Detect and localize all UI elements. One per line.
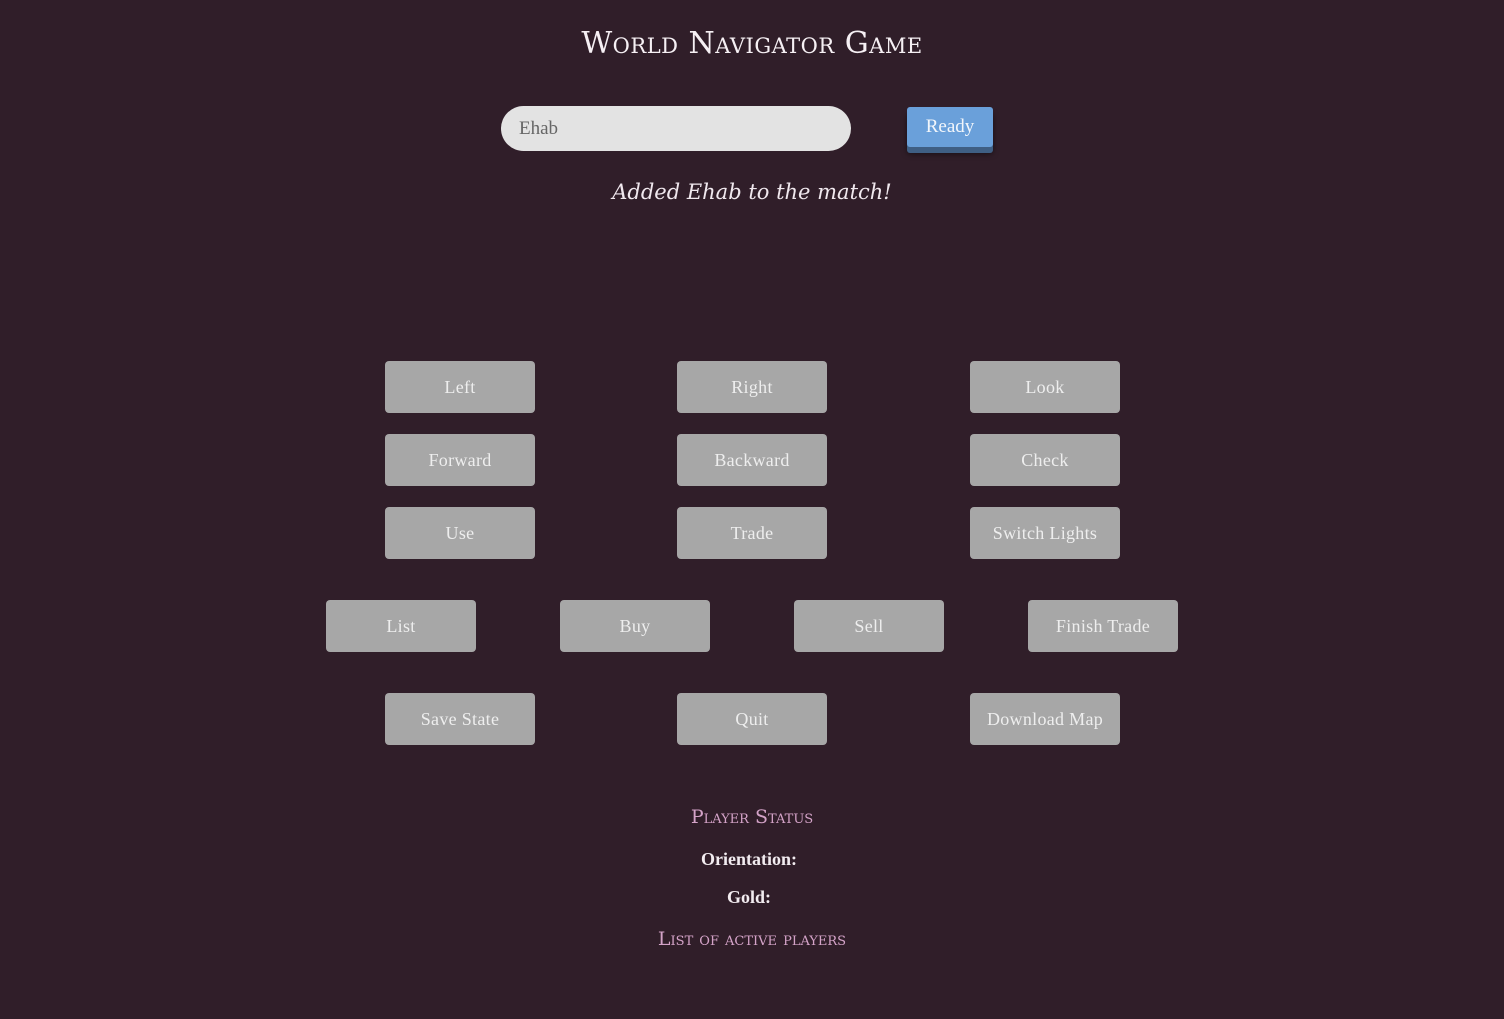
use-button[interactable]: Use bbox=[385, 507, 535, 559]
list-button[interactable]: List bbox=[326, 600, 476, 652]
finish-trade-button[interactable]: Finish Trade bbox=[1028, 600, 1178, 652]
active-players-heading: List of active players bbox=[657, 928, 847, 950]
quit-button[interactable]: Quit bbox=[677, 693, 827, 745]
save-state-button[interactable]: Save State bbox=[385, 693, 535, 745]
gold-label: Gold: bbox=[726, 887, 771, 907]
player-name-input[interactable] bbox=[501, 106, 851, 151]
left-button[interactable]: Left bbox=[385, 361, 535, 413]
sell-button[interactable]: Sell bbox=[794, 600, 944, 652]
forward-button[interactable]: Forward bbox=[385, 434, 535, 486]
right-button[interactable]: Right bbox=[677, 361, 827, 413]
buy-button[interactable]: Buy bbox=[560, 600, 710, 652]
trade-button[interactable]: Trade bbox=[677, 507, 827, 559]
orientation-label: Orientation: bbox=[701, 849, 797, 869]
switch-lights-button[interactable]: Switch Lights bbox=[970, 507, 1120, 559]
check-button[interactable]: Check bbox=[970, 434, 1120, 486]
player-status-heading: Player Status bbox=[690, 806, 814, 828]
page-title: World Navigator Game bbox=[581, 26, 923, 61]
download-map-button[interactable]: Download Map bbox=[970, 693, 1120, 745]
look-button[interactable]: Look bbox=[970, 361, 1120, 413]
status-message: Added Ehab to the match! bbox=[612, 180, 892, 204]
backward-button[interactable]: Backward bbox=[677, 434, 827, 486]
game-page: World Navigator Game Ready Added Ehab to… bbox=[0, 0, 1504, 1019]
ready-button[interactable]: Ready bbox=[907, 107, 993, 147]
